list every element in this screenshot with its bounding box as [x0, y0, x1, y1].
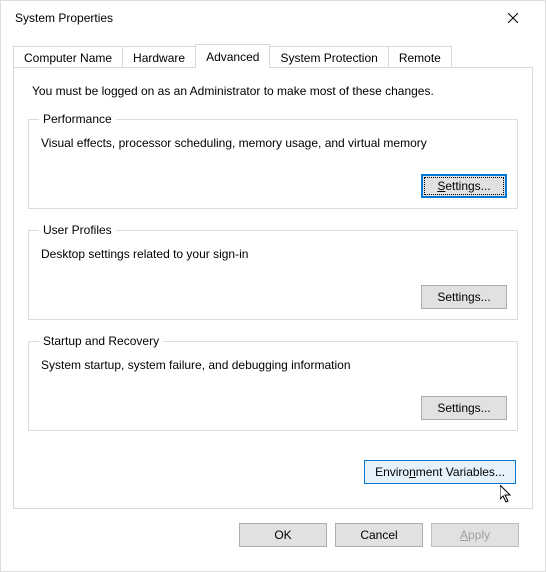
group-startup-desc: System startup, system failure, and debu… — [41, 358, 505, 372]
close-button[interactable] — [493, 4, 533, 32]
tab-remote[interactable]: Remote — [388, 46, 452, 68]
group-startup-legend: Startup and Recovery — [39, 334, 163, 348]
intro-text: You must be logged on as an Administrato… — [32, 84, 516, 98]
group-performance-legend: Performance — [39, 112, 116, 126]
tab-computer-name[interactable]: Computer Name — [13, 46, 123, 68]
apply-button: Apply — [431, 523, 519, 547]
ok-button[interactable]: OK — [239, 523, 327, 547]
group-user-profiles: User Profiles Desktop settings related t… — [28, 223, 518, 320]
performance-settings-button[interactable]: Settings... — [421, 174, 507, 198]
tab-hardware[interactable]: Hardware — [122, 46, 196, 68]
group-performance: Performance Visual effects, processor sc… — [28, 112, 518, 209]
tab-advanced[interactable]: Advanced — [195, 44, 270, 68]
tab-strip: Computer Name Hardware Advanced System P… — [13, 43, 533, 67]
group-startup-recovery: Startup and Recovery System startup, sys… — [28, 334, 518, 431]
window-title: System Properties — [15, 11, 113, 25]
dialog-body: Computer Name Hardware Advanced System P… — [1, 35, 545, 547]
tab-system-protection[interactable]: System Protection — [269, 46, 388, 68]
cancel-button[interactable]: Cancel — [335, 523, 423, 547]
startup-settings-button[interactable]: Settings... — [421, 396, 507, 420]
title-bar: System Properties — [1, 1, 545, 35]
group-user-profiles-legend: User Profiles — [39, 223, 116, 237]
group-performance-desc: Visual effects, processor scheduling, me… — [41, 136, 505, 150]
environment-variables-button[interactable]: Environment Variables... — [364, 460, 516, 484]
user-profiles-settings-button[interactable]: Settings... — [421, 285, 507, 309]
group-user-profiles-desc: Desktop settings related to your sign-in — [41, 247, 505, 261]
tab-page-advanced: You must be logged on as an Administrato… — [13, 67, 533, 509]
close-icon — [508, 13, 518, 23]
dialog-button-row: OK Cancel Apply — [13, 509, 533, 547]
